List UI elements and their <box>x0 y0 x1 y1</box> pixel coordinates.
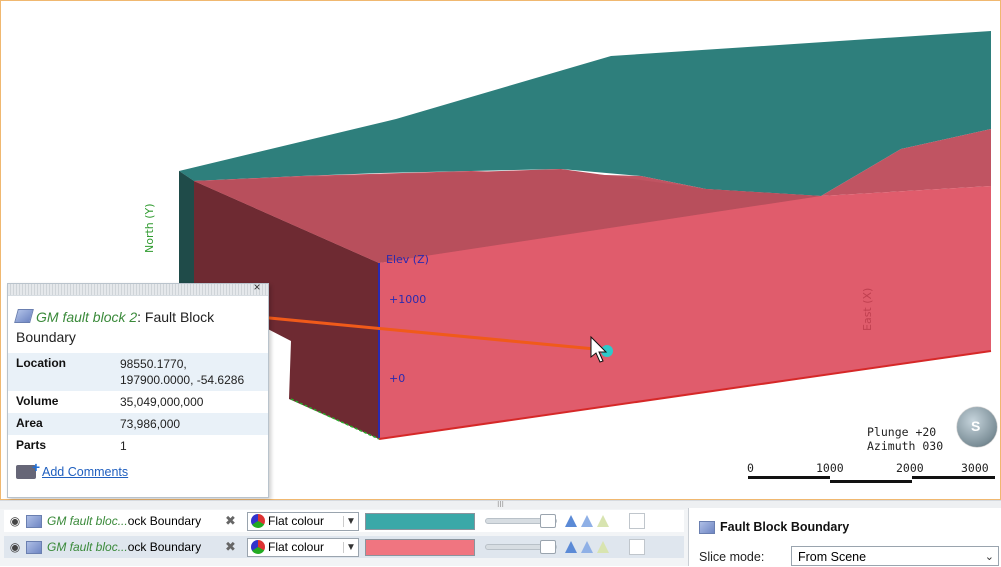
add-comments-label: Add Comments <box>42 465 129 479</box>
property-key: Area <box>8 413 112 435</box>
opacity-slider[interactable] <box>485 514 557 528</box>
block-left-face-edge <box>179 171 194 283</box>
object-name: GM fault bloc...ock Boundary <box>47 514 202 528</box>
property-value: 1 <box>120 439 127 453</box>
eye-icon[interactable]: ◉ <box>8 514 22 528</box>
fault-block-icon <box>26 540 42 554</box>
chevron-down-icon: ⌄ <box>984 551 994 563</box>
scale-label-1000: 1000 <box>816 461 844 475</box>
tools-icon[interactable]: ✖ <box>225 539 247 555</box>
colour-swatch[interactable] <box>365 538 475 556</box>
colour-mode-select[interactable]: Flat colour ▼ <box>247 537 359 557</box>
bottom-panel: III ◉ GM fault bloc...ock Boundary ✖ Fla… <box>0 500 1001 566</box>
slice-mode-select[interactable]: From Scene ⌄ <box>791 546 999 566</box>
opacity-slider[interactable] <box>485 540 557 554</box>
elev-tick-1000: +1000 <box>389 293 427 306</box>
triangle-icon[interactable] <box>581 541 593 553</box>
orientation-readout: Plunge +20 Azimuth 030 <box>867 425 943 453</box>
plunge-text: Plunge +20 <box>867 425 937 439</box>
scale-bar <box>748 476 995 486</box>
triangle-icon[interactable] <box>565 515 577 527</box>
property-value: 73,986,000 <box>112 413 268 435</box>
render-mode-buttons[interactable] <box>565 541 625 553</box>
property-key: Volume <box>16 394 59 408</box>
popup-properties-table: Location 98550.1770, 197900.0000, -54.628… <box>8 353 268 457</box>
colour-mode-icon <box>251 540 265 554</box>
east-axis-label: East (X) <box>861 287 874 331</box>
colour-mode-icon <box>251 514 265 528</box>
popup-title: GM fault block 2: Fault Block Boundary <box>8 296 268 353</box>
scale-label-2000: 2000 <box>896 461 924 475</box>
list-icon[interactable] <box>629 539 645 555</box>
elev-tick-0: +0 <box>389 372 406 385</box>
scale-label-3000: 3000 <box>961 461 989 475</box>
chevron-down-icon: ▼ <box>343 541 358 553</box>
comment-add-icon <box>16 459 40 479</box>
fault-block-icon <box>699 520 715 534</box>
view-compass-icon[interactable]: S <box>957 407 997 447</box>
property-value: 35,049,000,000 <box>120 395 204 409</box>
colour-mode-select[interactable]: Flat colour ▼ <box>247 511 359 531</box>
popup-drag-handle[interactable]: × <box>8 280 268 296</box>
property-key: Parts <box>16 438 47 452</box>
chevron-down-icon: ▼ <box>343 515 358 527</box>
eye-icon[interactable]: ◉ <box>8 540 22 554</box>
properties-panel: Fault Block Boundary Slice mode: From Sc… <box>688 508 1001 566</box>
object-name: GM fault bloc...ock Boundary <box>47 540 202 554</box>
list-icon[interactable] <box>629 513 645 529</box>
slider-handle[interactable] <box>540 540 556 554</box>
table-row: Parts 1 <box>8 435 268 457</box>
info-popup: × GM fault block 2: Fault Block Boundary… <box>7 280 269 498</box>
render-mode-buttons[interactable] <box>565 515 625 527</box>
triangle-icon[interactable] <box>565 541 577 553</box>
triangle-icon[interactable] <box>597 515 609 527</box>
3d-scene-viewport[interactable]: Elev (Z) +1000 +0 North (Y) East (X) Plu… <box>0 0 1001 500</box>
shown-object-row[interactable]: ◉ GM fault bloc...ock Boundary ✖ Flat co… <box>4 510 684 532</box>
popup-close-button[interactable]: × <box>248 280 266 294</box>
table-row: Area 73,986,000 <box>8 413 268 435</box>
tools-icon[interactable]: ✖ <box>225 513 247 529</box>
shown-object-row[interactable]: ◉ GM fault bloc...ock Boundary ✖ Flat co… <box>4 536 684 558</box>
azimuth-text: Azimuth 030 <box>867 439 944 453</box>
slice-mode-label: Slice mode: <box>699 550 765 564</box>
fault-block-icon <box>26 514 42 528</box>
triangle-icon[interactable] <box>597 541 609 553</box>
fault-block-icon <box>14 309 34 323</box>
north-axis-label: North (Y) <box>143 203 156 253</box>
scale-label-0: 0 <box>747 461 754 475</box>
slider-handle[interactable] <box>540 514 556 528</box>
colour-swatch[interactable] <box>365 512 475 530</box>
popup-object-name[interactable]: GM fault block 2 <box>36 309 137 325</box>
property-value: 98550.1770, 197900.0000, -54.6286 <box>112 353 268 391</box>
property-key: Location <box>8 353 112 391</box>
triangle-icon[interactable] <box>581 515 593 527</box>
properties-title: Fault Block Boundary <box>699 520 849 534</box>
elev-axis-label: Elev (Z) <box>386 253 429 266</box>
compass-letter: S <box>971 418 981 434</box>
table-row: Location 98550.1770, 197900.0000, -54.628… <box>8 353 268 391</box>
add-comments-link[interactable]: Add Comments <box>8 457 268 487</box>
table-row: Volume 35,049,000,000 <box>8 391 268 413</box>
